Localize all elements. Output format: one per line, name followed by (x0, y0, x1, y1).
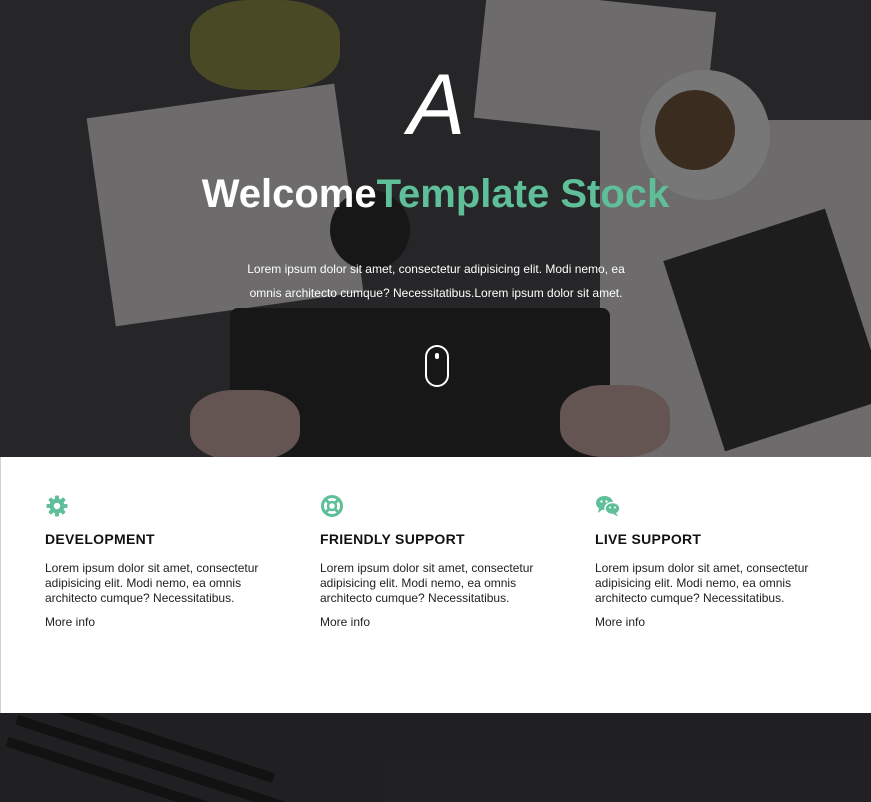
hero-headline: WelcomeTemplate Stock (0, 172, 871, 216)
logo[interactable]: A (0, 62, 871, 148)
hero-lead-text: Lorem ipsum dolor sit amet, consectetur … (247, 262, 625, 300)
headline-brand: Template Stock (376, 172, 670, 216)
bottom-image-section (0, 713, 871, 802)
feature-text: Lorem ipsum dolor sit amet, consectetur … (595, 561, 809, 605)
mouse-wheel (435, 353, 439, 359)
gear-icon (45, 494, 69, 518)
chat-bubbles-icon (595, 494, 621, 518)
feature-title: DEVELOPMENT (45, 531, 155, 547)
feature-title: FRIENDLY SUPPORT (320, 531, 465, 547)
feature-text: Lorem ipsum dolor sit amet, consectetur … (45, 561, 259, 605)
mouse-scroll-icon[interactable] (425, 345, 449, 387)
features-section: DEVELOPMENT Lorem ipsum dolor sit amet, … (0, 457, 871, 713)
hero-content: A WelcomeTemplate Stock Lorem ipsum dolo… (0, 0, 871, 457)
more-info-link[interactable]: More info (320, 615, 370, 629)
more-info-link[interactable]: More info (595, 615, 645, 629)
hero-section: A WelcomeTemplate Stock Lorem ipsum dolo… (0, 0, 871, 457)
more-info-link[interactable]: More info (45, 615, 95, 629)
headline-welcome: Welcome (201, 172, 377, 216)
feature-text: Lorem ipsum dolor sit amet, consectetur … (320, 561, 534, 605)
feature-title: LIVE SUPPORT (595, 531, 702, 547)
life-ring-icon (320, 494, 344, 518)
